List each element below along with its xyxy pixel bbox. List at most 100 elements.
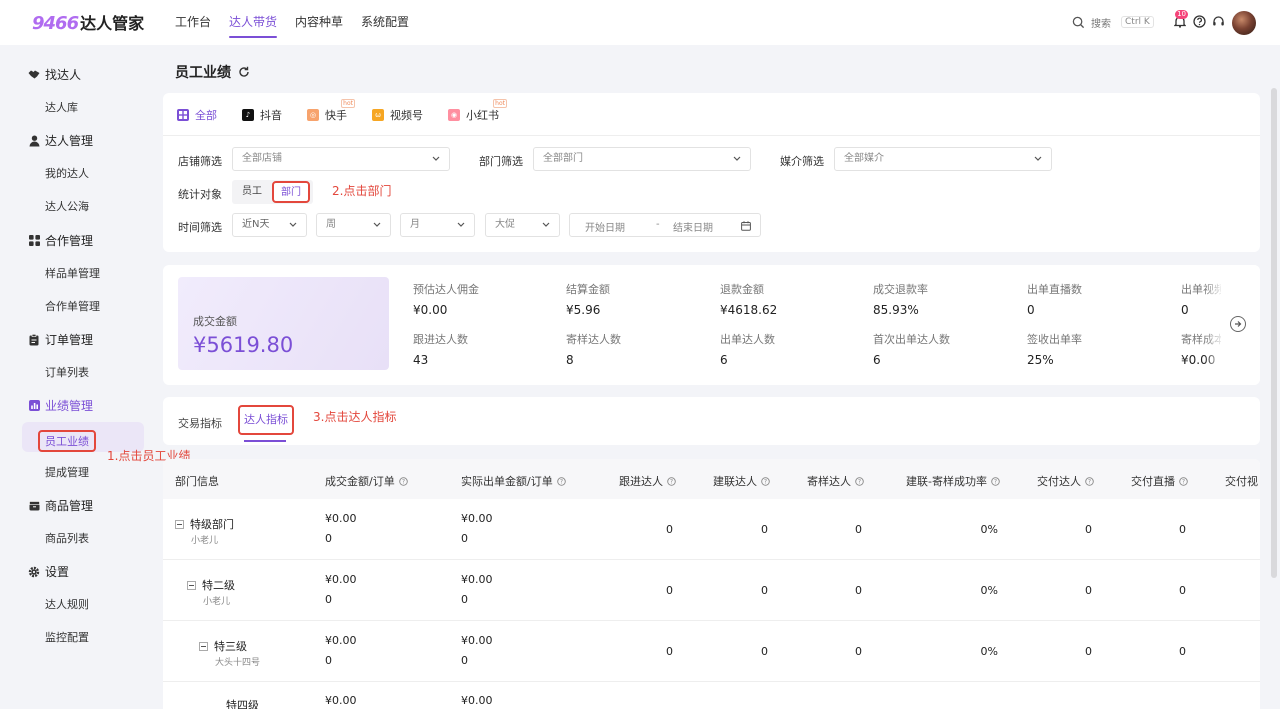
stat-sampled-talents: 寄样达人数 8 xyxy=(566,331,621,367)
th-label: 建联-寄样成功率 xyxy=(906,475,987,488)
table-row[interactable]: 特三级 大头十四号 ¥0.00 0 ¥0.00 0 0 0 0 0% 0 0 xyxy=(163,621,1260,682)
row-dept-name[interactable]: 特四级 xyxy=(226,697,259,709)
sidebar-group-manage[interactable]: 达人管理 xyxy=(28,132,93,149)
headset-icon[interactable] xyxy=(1210,13,1226,29)
date-range-picker[interactable]: 开始日期 - 结束日期 xyxy=(569,213,761,237)
dept-select[interactable]: 全部部门 xyxy=(533,147,751,171)
row-dept-name[interactable]: 特三级 xyxy=(199,638,247,654)
avatar[interactable] xyxy=(1232,11,1256,35)
tab-platform-kuaishou[interactable]: ◎ 快手 hot xyxy=(307,99,355,127)
svg-text:?: ? xyxy=(764,478,767,485)
real-orders-value: 0 xyxy=(461,593,468,606)
sidebar-group-cooperation[interactable]: 合作管理 xyxy=(28,232,93,249)
stat-refund-rate: 成交退款率 85.93% xyxy=(873,281,928,317)
sidebar-item-monitor-config[interactable]: 监控配置 xyxy=(45,629,89,645)
sidebar-item-talent-library[interactable]: 达人库 xyxy=(45,99,78,115)
tab-platform-all[interactable]: 全部 xyxy=(177,103,217,127)
stat-target-employee[interactable]: 员工 xyxy=(232,180,272,204)
week-select[interactable]: 周 xyxy=(316,213,391,237)
table-row[interactable]: 特级部门 小老儿 ¥0.00 0 ¥0.00 0 0 0 0 0% 0 0 xyxy=(163,499,1260,560)
store-select[interactable]: 全部店铺 xyxy=(232,147,450,171)
th-label: 交付视 xyxy=(1225,475,1258,488)
chart-icon xyxy=(28,400,40,412)
tab-trade-metrics[interactable]: 交易指标 xyxy=(178,415,222,431)
sidebar-item-commission[interactable]: 提成管理 xyxy=(45,464,89,480)
help-icon[interactable]: ? xyxy=(761,476,770,486)
promo-select[interactable]: 大促 xyxy=(485,213,560,237)
bell-icon[interactable]: 10 xyxy=(1172,10,1188,29)
page-title: 员工业绩 xyxy=(175,65,231,81)
sidebar-item-order-list[interactable]: 订单列表 xyxy=(45,364,89,380)
help-icon[interactable]: ? xyxy=(855,476,864,486)
help-icon[interactable] xyxy=(1191,13,1207,29)
global-search[interactable]: 搜索 Ctrl K xyxy=(1072,12,1154,32)
end-date-input[interactable]: 结束日期 xyxy=(673,219,713,234)
contacted-value: 0 xyxy=(761,645,768,658)
sidebar-group-settings[interactable]: 设置 xyxy=(28,563,69,580)
tab-platform-douyin[interactable]: ♪ 抖音 xyxy=(242,103,282,127)
orders-value: 0 xyxy=(325,532,332,545)
topnav-content[interactable]: 内容种草 xyxy=(295,0,343,45)
collapse-icon[interactable] xyxy=(175,519,184,529)
sidebar-group-label: 设置 xyxy=(45,565,70,579)
stat-target-department[interactable]: 部门 xyxy=(272,181,310,203)
real-gmv-cell: ¥0.00 xyxy=(461,691,493,709)
scroll-right-button[interactable] xyxy=(1230,316,1246,332)
recent-days-select[interactable]: 近N天 xyxy=(232,213,307,237)
help-icon[interactable]: ? xyxy=(556,476,566,486)
tab-platform-xiaohongshu[interactable]: ◉ 小红书 hot xyxy=(448,99,507,127)
collapse-icon[interactable] xyxy=(187,580,196,590)
refresh-icon[interactable] xyxy=(238,66,250,78)
sidebar-item-staff-performance[interactable]: 员工业绩 xyxy=(38,430,96,452)
media-select[interactable]: 全部媒介 xyxy=(834,147,1052,171)
topnav-workbench[interactable]: 工作台 xyxy=(175,0,211,45)
contacted-value: 0 xyxy=(761,584,768,597)
sidebar-item-talent-rules[interactable]: 达人规则 xyxy=(45,596,89,612)
sidebar-item-my-talents[interactable]: 我的达人 xyxy=(45,165,89,181)
tab-talent-metrics[interactable]: 达人指标 xyxy=(238,405,294,435)
help-icon[interactable]: ? xyxy=(991,476,1000,486)
search-icon xyxy=(1072,16,1085,28)
stat-label: 首次出单达人数 xyxy=(873,333,950,346)
sidebar-item-talent-pool[interactable]: 达人公海 xyxy=(45,198,89,214)
topnav-settings[interactable]: 系统配置 xyxy=(361,0,409,45)
sidebar-group-label: 达人管理 xyxy=(45,134,94,148)
tab-label: 抖音 xyxy=(260,109,282,122)
all-icon xyxy=(177,109,189,121)
collapse-icon[interactable] xyxy=(199,641,208,651)
sidebar-item-product-list[interactable]: 商品列表 xyxy=(45,530,89,546)
sidebar-group-orders[interactable]: 订单管理 xyxy=(28,331,93,348)
dept-owner: 大头十四号 xyxy=(215,658,261,668)
table-row[interactable]: 特二级 小老儿 ¥0.00 0 ¥0.00 0 0 0 0 0% 0 0 xyxy=(163,560,1260,621)
table-row[interactable]: 特四级 ¥0.00 ¥0.00 xyxy=(163,682,1260,709)
help-icon[interactable]: ? xyxy=(1085,476,1094,486)
sidebar-group-find[interactable]: 找达人 xyxy=(28,66,81,83)
platform-tabs: 全部 ♪ 抖音 ◎ 快手 hot ω 视频号 ◉ 小红书 hot xyxy=(177,99,524,127)
page-scrollbar[interactable] xyxy=(1271,88,1277,578)
dept-owner: 小老儿 xyxy=(191,536,219,546)
topnav-talent-sales[interactable]: 达人带货 xyxy=(229,0,278,45)
stat-value: 6 xyxy=(720,353,728,367)
live-value: 0 xyxy=(1179,523,1186,536)
help-icon[interactable]: ? xyxy=(1179,476,1188,486)
sidebar-item-sample-orders[interactable]: 样品单管理 xyxy=(45,265,100,281)
sidebar-item-cooperation-orders[interactable]: 合作单管理 xyxy=(45,298,100,314)
help-icon[interactable]: ? xyxy=(398,476,408,486)
sidebar-group-performance[interactable]: 业绩管理 xyxy=(28,397,93,414)
sidebar-group-products[interactable]: 商品管理 xyxy=(28,497,93,514)
gmv-cell: ¥0.00 0 xyxy=(325,570,357,610)
tab-platform-shipinhao[interactable]: ω 视频号 xyxy=(372,103,423,127)
month-value: 月 xyxy=(410,219,420,230)
month-select[interactable]: 月 xyxy=(400,213,475,237)
logo[interactable]: 9466 达人管家 xyxy=(32,10,144,34)
stat-label: 结算金额 xyxy=(566,283,610,296)
row-dept-name[interactable]: 特级部门 xyxy=(175,516,234,532)
row-dept-name[interactable]: 特二级 xyxy=(187,577,235,593)
stat-live-count: 出单直播数 0 xyxy=(1027,281,1082,317)
start-date-input[interactable]: 开始日期 xyxy=(585,219,625,234)
dept-select-value: 全部部门 xyxy=(543,153,583,164)
help-icon[interactable]: ? xyxy=(667,476,676,486)
real-gmv-value: ¥0.00 xyxy=(461,634,493,647)
stat-label: 寄样达人数 xyxy=(566,333,621,346)
hot-badge: hot xyxy=(341,99,355,108)
